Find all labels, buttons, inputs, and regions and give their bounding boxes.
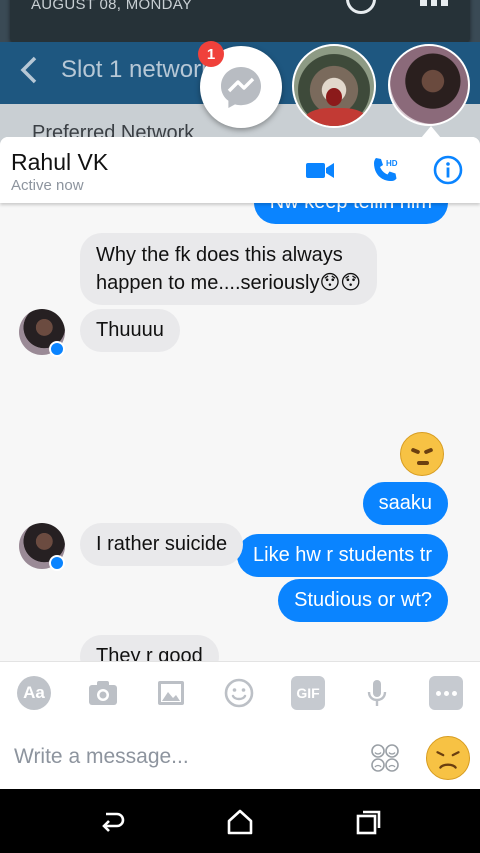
message-bubble-incoming[interactable]: I rather suicide <box>80 523 244 566</box>
chat-head-contact-2[interactable] <box>292 44 376 128</box>
contact-name[interactable]: Rahul VK <box>11 149 108 176</box>
shade-grid-icon <box>420 0 449 6</box>
text-format-button[interactable]: Aa <box>17 676 51 710</box>
shade-date: AUGUST 08, MONDAY <box>31 0 193 13</box>
recent-apps-icon[interactable] <box>354 807 384 837</box>
avatar-mouth <box>326 88 342 106</box>
message-bubble-incoming[interactable]: They r good <box>80 635 219 661</box>
message-bubble-incoming[interactable]: Why the fk does this always happen to me… <box>80 233 378 305</box>
message-bubble-outgoing[interactable]: Studious or wt? <box>278 579 448 622</box>
home-icon[interactable] <box>225 807 255 837</box>
hd-label: HD <box>386 159 398 168</box>
angry-emoji-icon[interactable] <box>400 432 444 476</box>
emoji-send-button[interactable] <box>426 736 470 780</box>
message-bubble-incoming[interactable]: Thuuuu <box>80 309 180 352</box>
microphone-icon[interactable] <box>360 676 394 710</box>
back-icon[interactable] <box>97 807 127 837</box>
system-navigation-bar <box>0 789 480 853</box>
background-title: Slot 1 network <box>61 56 214 83</box>
more-options-button[interactable] <box>429 676 463 710</box>
message-bubble-outgoing[interactable]: Like hw r students tr <box>237 534 448 577</box>
unread-badge: 1 <box>198 41 224 67</box>
contact-status: Active now <box>11 177 84 194</box>
message-input[interactable] <box>14 737 354 777</box>
emoji-icon[interactable] <box>222 676 256 710</box>
messenger-badge-icon <box>49 555 65 571</box>
message-thread[interactable]: Nw keep tellin him Why the fk does this … <box>0 203 480 661</box>
notification-shade: AUGUST 08, MONDAY <box>10 0 470 42</box>
video-call-button[interactable] <box>304 154 336 186</box>
message-input-row <box>0 725 480 789</box>
messenger-icon <box>221 67 261 108</box>
gallery-icon[interactable] <box>154 676 188 710</box>
composer-toolbar: Aa GIF <box>0 661 480 725</box>
back-arrow-icon <box>20 56 37 84</box>
camera-icon[interactable] <box>86 676 120 710</box>
hd-call-button[interactable]: HD <box>369 154 401 186</box>
chat-header: Rahul VK Active now HD <box>0 137 480 203</box>
gif-button[interactable]: GIF <box>291 676 325 710</box>
sticker-icon[interactable] <box>369 742 401 774</box>
message-bubble-outgoing[interactable]: saaku <box>362 482 448 525</box>
info-button[interactable] <box>432 154 464 186</box>
messenger-badge-icon <box>49 341 65 357</box>
message-bubble-outgoing[interactable]: Nw keep tellin him <box>253 203 448 224</box>
chat-head-active-contact[interactable] <box>388 44 470 126</box>
chat-window: Rahul VK Active now HD Nw keep tellin hi… <box>0 137 480 789</box>
avatar-shirt <box>304 108 368 126</box>
